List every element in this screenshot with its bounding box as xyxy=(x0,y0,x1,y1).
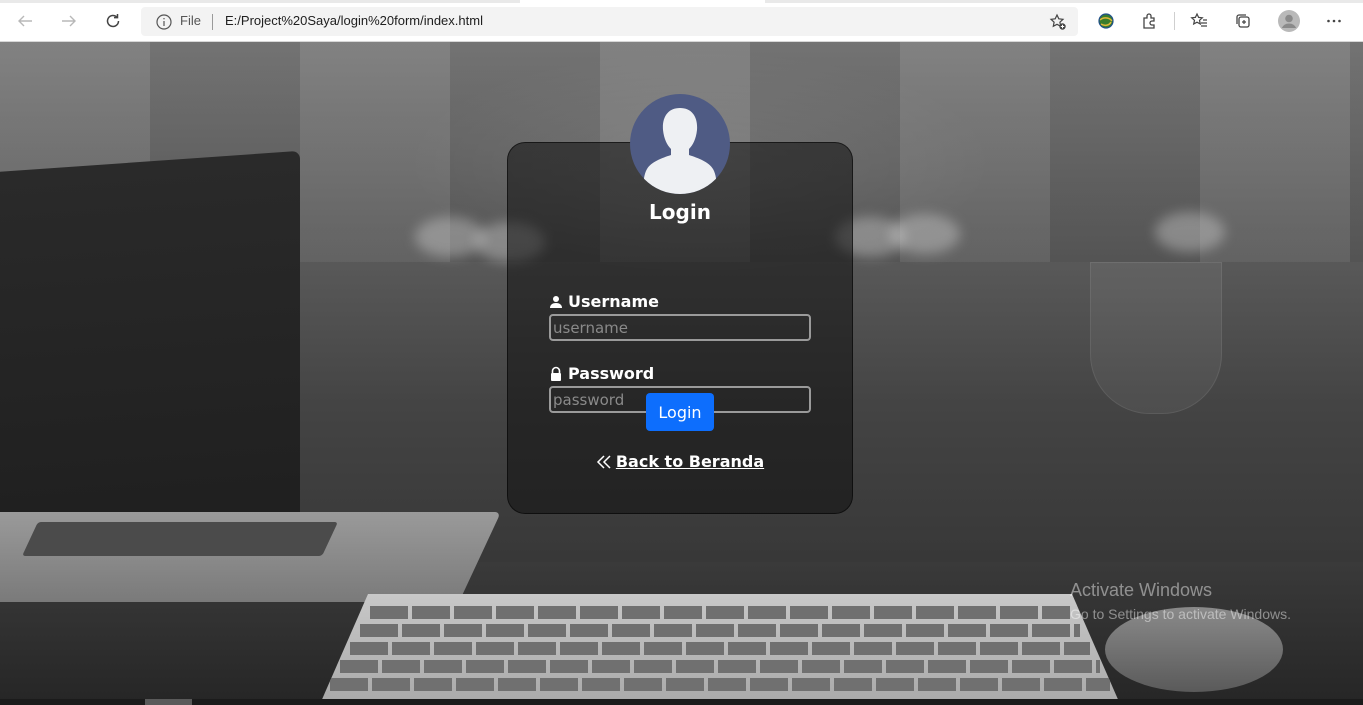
activate-windows-title: Activate Windows xyxy=(1070,580,1213,600)
scrollbar-thumb[interactable] xyxy=(145,699,192,705)
collections-icon[interactable] xyxy=(1230,8,1256,34)
login-button[interactable]: Login xyxy=(646,393,714,431)
info-icon[interactable] xyxy=(156,14,172,30)
forward-arrow-icon[interactable] xyxy=(56,8,82,34)
back-arrow-icon[interactable] xyxy=(12,8,38,34)
back-link-label[interactable]: Back to Beranda xyxy=(616,452,764,471)
globe-extension-icon[interactable] xyxy=(1093,8,1119,34)
profile-icon[interactable] xyxy=(1276,8,1302,34)
username-input[interactable] xyxy=(549,314,811,341)
password-label: Password xyxy=(549,364,654,383)
address-bar[interactable]: File E:/Project%20Saya/login%20form/inde… xyxy=(141,7,1078,36)
lock-icon xyxy=(551,366,561,381)
username-label: Username xyxy=(549,292,659,311)
password-label-text: Password xyxy=(568,364,655,383)
reload-icon[interactable] xyxy=(100,8,126,34)
tab-strip xyxy=(0,0,1363,3)
back-to-beranda-link[interactable]: Back to Beranda xyxy=(507,452,853,471)
horizontal-scrollbar[interactable] xyxy=(0,699,1363,705)
user-icon xyxy=(550,295,562,308)
address-divider xyxy=(212,14,213,30)
favorites-icon[interactable] xyxy=(1186,8,1212,34)
user-avatar-icon xyxy=(643,108,717,194)
favorite-add-icon[interactable] xyxy=(1049,13,1067,31)
toolbar-divider xyxy=(1174,12,1175,30)
more-icon[interactable] xyxy=(1321,8,1347,34)
extensions-icon[interactable] xyxy=(1137,8,1163,34)
browser-toolbar: File E:/Project%20Saya/login%20form/inde… xyxy=(0,0,1363,42)
activate-windows-subtitle: Go to Settings to activate Windows. xyxy=(1070,606,1291,622)
address-prefix: File xyxy=(180,13,201,28)
username-label-text: Username xyxy=(568,292,659,311)
login-title: Login xyxy=(649,200,711,224)
url-text[interactable]: E:/Project%20Saya/login%20form/index.htm… xyxy=(225,13,483,28)
double-chevron-left-icon xyxy=(596,454,611,469)
avatar xyxy=(630,94,730,194)
